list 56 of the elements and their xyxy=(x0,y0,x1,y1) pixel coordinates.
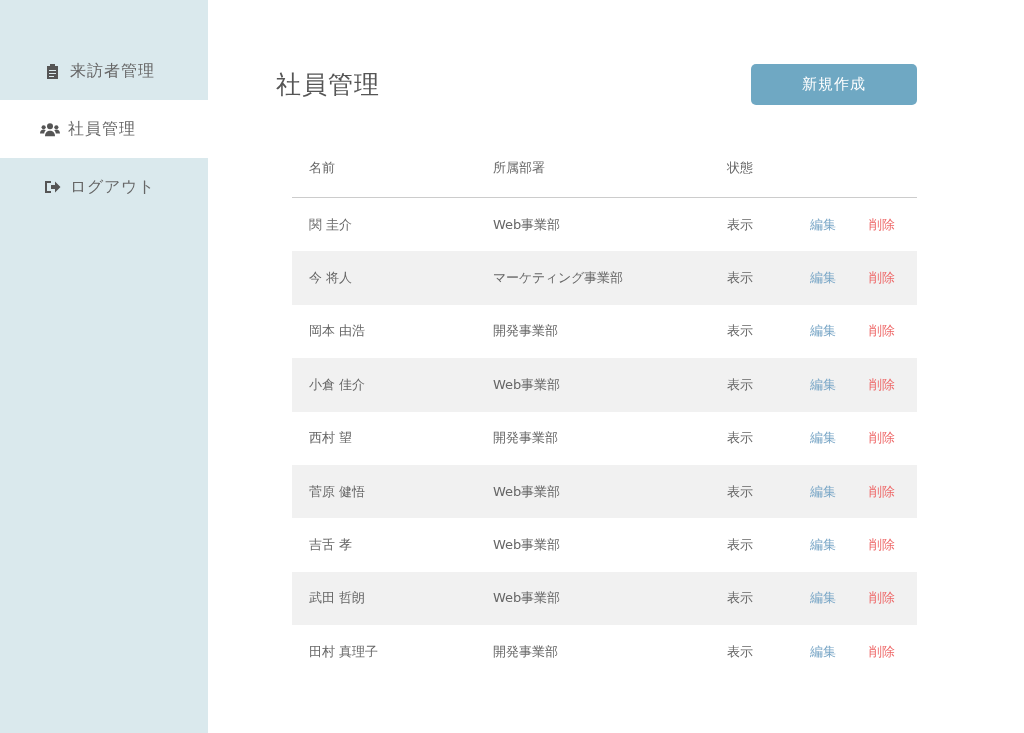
employee-name: 菅原 健悟 xyxy=(309,483,366,499)
employee-name: 武田 哲朗 xyxy=(309,590,366,606)
employee-name: 西村 望 xyxy=(309,430,353,446)
delete-link[interactable]: 削除 xyxy=(869,430,895,446)
status-text: 表示 xyxy=(727,483,753,499)
department-name: Web事業部 xyxy=(493,376,561,392)
column-header: 所属部署 xyxy=(493,160,545,175)
users-icon xyxy=(40,121,60,137)
employee-name: 吉舌 孝 xyxy=(309,537,353,553)
status-text: 表示 xyxy=(727,590,753,606)
department-name: Web事業部 xyxy=(493,590,561,606)
status-text: 表示 xyxy=(727,643,753,659)
sidebar-item[interactable]: 社員管理 xyxy=(0,100,208,158)
department-name: Web事業部 xyxy=(493,537,561,553)
status-text: 表示 xyxy=(727,323,753,339)
edit-link[interactable]: 編集 xyxy=(810,590,836,606)
edit-link[interactable]: 編集 xyxy=(810,323,836,339)
status-text: 表示 xyxy=(727,537,753,553)
clipboard-icon xyxy=(45,63,59,79)
employee-name: 小倉 佳介 xyxy=(309,376,366,392)
department-name: Web事業部 xyxy=(493,216,561,232)
delete-link[interactable]: 削除 xyxy=(869,216,895,232)
status-text: 表示 xyxy=(727,270,753,286)
edit-link[interactable]: 編集 xyxy=(810,430,836,446)
edit-link[interactable]: 編集 xyxy=(810,270,836,286)
department-name: 開発事業部 xyxy=(493,430,558,446)
page-title: 社員管理 xyxy=(276,69,380,101)
delete-link[interactable]: 削除 xyxy=(869,483,895,499)
delete-link[interactable]: 削除 xyxy=(869,537,895,553)
edit-link[interactable]: 編集 xyxy=(810,376,836,392)
employee-name: 田村 真理子 xyxy=(309,643,379,659)
status-text: 表示 xyxy=(727,376,753,392)
delete-link[interactable]: 削除 xyxy=(869,376,895,392)
edit-link[interactable]: 編集 xyxy=(810,483,836,499)
sidebar-item[interactable]: ログアウト xyxy=(0,158,208,216)
edit-link[interactable]: 編集 xyxy=(810,537,836,553)
delete-link[interactable]: 削除 xyxy=(869,643,895,659)
employee-name: 岡本 由浩 xyxy=(309,323,366,339)
status-text: 表示 xyxy=(727,216,753,232)
delete-link[interactable]: 削除 xyxy=(869,590,895,606)
employee-name: 今 将人 xyxy=(309,270,353,286)
column-header: 状態 xyxy=(727,160,753,175)
delete-link[interactable]: 削除 xyxy=(869,323,895,339)
edit-link[interactable]: 編集 xyxy=(810,216,836,232)
column-header: 名前 xyxy=(309,160,335,175)
employee-name: 関 圭介 xyxy=(309,216,353,232)
delete-link[interactable]: 削除 xyxy=(869,270,895,286)
department-name: 開発事業部 xyxy=(493,643,558,659)
sidebar-item[interactable]: 来訪者管理 xyxy=(0,42,208,100)
status-text: 表示 xyxy=(727,430,753,446)
department-name: Web事業部 xyxy=(493,483,561,499)
logout-icon xyxy=(43,180,61,194)
edit-link[interactable]: 編集 xyxy=(810,643,836,659)
department-name: マーケティング事業部 xyxy=(493,270,623,286)
department-name: 開発事業部 xyxy=(493,323,558,339)
new-button[interactable]: 新規作成 xyxy=(751,64,917,105)
